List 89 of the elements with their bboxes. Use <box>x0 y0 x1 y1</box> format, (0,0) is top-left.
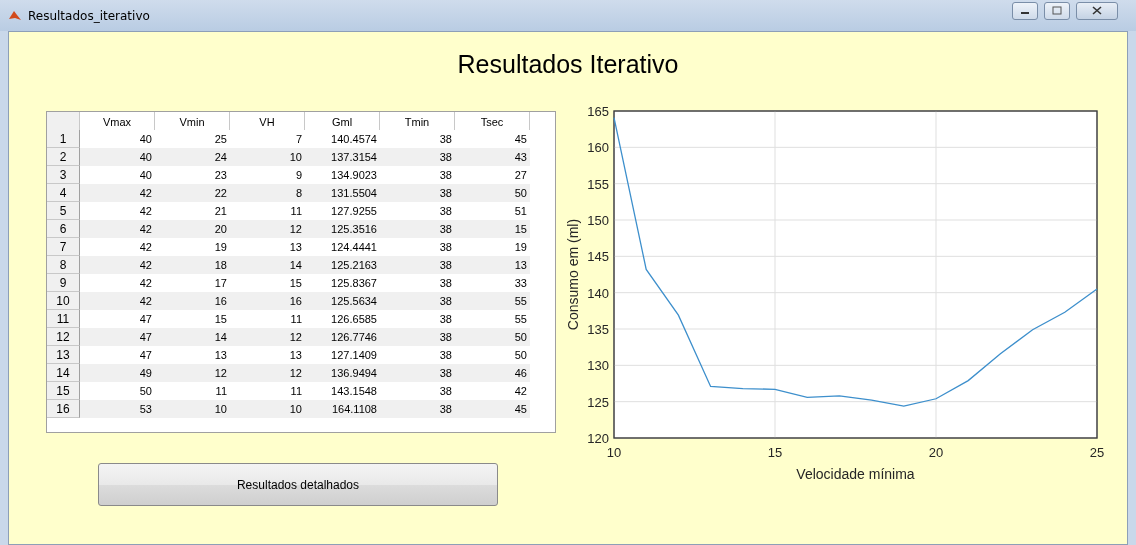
maximize-icon <box>1052 6 1062 15</box>
table-cell: 8 <box>230 184 305 202</box>
table-cell: 38 <box>380 292 455 310</box>
table-cell: 50 <box>455 184 530 202</box>
y-tick-label: 165 <box>587 105 609 119</box>
row-header: 16 <box>47 400 80 418</box>
table-cell: 12 <box>230 364 305 382</box>
row-header: 12 <box>47 328 80 346</box>
row-header: 7 <box>47 238 80 256</box>
row-header: 2 <box>47 148 80 166</box>
table-cell: 38 <box>380 220 455 238</box>
table-cell: 10 <box>230 148 305 166</box>
close-button[interactable] <box>1076 1 1118 20</box>
table-cell: 14 <box>230 256 305 274</box>
x-tick-label: 20 <box>928 445 944 460</box>
table-cell: 14 <box>155 328 230 346</box>
row-header: 6 <box>47 220 80 238</box>
y-tick-label: 150 <box>587 213 609 228</box>
table-cell: 137.3154 <box>305 148 380 166</box>
table-corner <box>47 112 80 132</box>
x-tick-label: 25 <box>1089 445 1105 460</box>
table-cell: 38 <box>380 364 455 382</box>
y-tick-label: 160 <box>587 140 609 156</box>
row-header: 4 <box>47 184 80 202</box>
table-cell: 16 <box>230 292 305 310</box>
y-tick-label: 125 <box>587 394 609 410</box>
y-tick-label: 120 <box>587 431 609 446</box>
y-tick-label: 130 <box>587 358 609 374</box>
row-header: 5 <box>47 202 80 220</box>
x-tick-label: 15 <box>767 445 783 460</box>
table-cell: 125.2163 <box>305 256 380 274</box>
table-cell: 12 <box>230 328 305 346</box>
table-cell: 20 <box>155 220 230 238</box>
page-heading: Resultados Iterativo <box>457 50 679 79</box>
table-cell: 24 <box>155 148 230 166</box>
table-cell: 18 <box>155 256 230 274</box>
y-tick-label: 140 <box>587 285 609 301</box>
y-tick-label: 135 <box>587 322 609 337</box>
row-header: 11 <box>47 310 80 328</box>
table-cell: 43 <box>455 148 530 166</box>
y-axis-label: Consumo em (ml) <box>565 218 581 331</box>
table-cell: 22 <box>155 184 230 202</box>
table-cell: 38 <box>380 148 455 166</box>
row-header: 9 <box>47 274 80 292</box>
table-cell: 13 <box>455 256 530 274</box>
table-cell: 42 <box>80 184 155 202</box>
table-cell: 16 <box>155 292 230 310</box>
table-cell: 125.3516 <box>305 220 380 238</box>
table-cell: 38 <box>380 328 455 346</box>
table-cell: 40 <box>80 148 155 166</box>
row-header: 14 <box>47 364 80 382</box>
table-cell: 38 <box>380 184 455 202</box>
window-title: Resultados_iterativo <box>28 8 151 23</box>
table-cell: 53 <box>80 400 155 418</box>
details-button[interactable]: Resultados detalhados <box>98 463 498 506</box>
x-tick-label: 10 <box>606 445 622 460</box>
row-header: 8 <box>47 256 80 274</box>
table-cell: 49 <box>80 364 155 382</box>
table-cell: 45 <box>455 400 530 418</box>
table-cell: 42 <box>80 292 155 310</box>
minimize-button[interactable] <box>1012 1 1038 20</box>
table-cell: 164.1108 <box>305 400 380 418</box>
table-cell: 125.5634 <box>305 292 380 310</box>
y-tick-label: 145 <box>587 249 609 265</box>
row-header: 10 <box>47 292 80 310</box>
table-cell: 15 <box>455 220 530 238</box>
table-cell: 46 <box>455 364 530 382</box>
y-tick-label: 155 <box>587 176 609 192</box>
table-cell: 136.9494 <box>305 364 380 382</box>
row-header: 1 <box>47 130 80 148</box>
close-icon <box>1092 6 1102 15</box>
table-cell: 47 <box>80 328 155 346</box>
table-cell: 10 <box>155 400 230 418</box>
table-cell: 126.7746 <box>305 328 380 346</box>
table-cell: 12 <box>230 220 305 238</box>
table-cell: 12 <box>155 364 230 382</box>
row-header: 3 <box>47 166 80 184</box>
table-cell: 42 <box>80 220 155 238</box>
table-cell: 50 <box>455 328 530 346</box>
maximize-button[interactable] <box>1044 1 1070 20</box>
table-cell: 38 <box>380 256 455 274</box>
table-cell: 131.5504 <box>305 184 380 202</box>
row-header: 15 <box>47 382 80 400</box>
table-cell: 42 <box>80 256 155 274</box>
row-header: 13 <box>47 346 80 364</box>
table-cell: 55 <box>455 292 530 310</box>
x-axis-label: Velocidade mínima <box>796 466 915 482</box>
table-cell: 10 <box>230 400 305 418</box>
table-cell: 38 <box>380 400 455 418</box>
